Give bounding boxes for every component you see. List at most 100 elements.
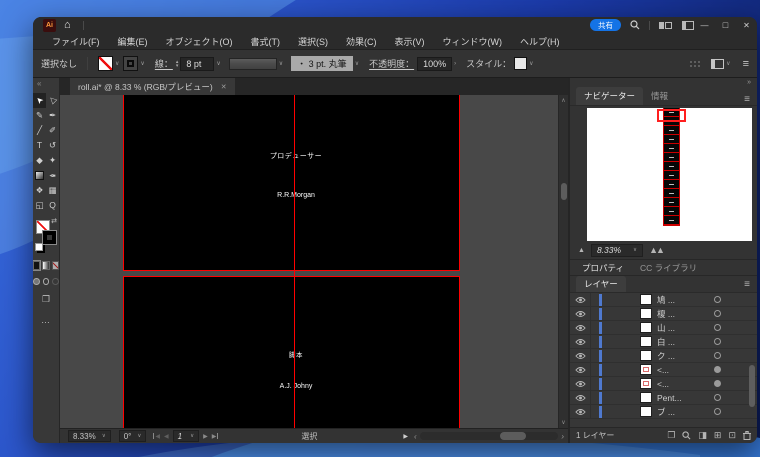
style-swatch[interactable]	[514, 57, 528, 70]
navigator-thumbnail-area[interactable]	[587, 108, 752, 241]
layer-row[interactable]: 榎 ...	[570, 306, 757, 321]
menu-item[interactable]: 選択(S)	[289, 35, 337, 48]
minimize-button[interactable]: —	[694, 17, 715, 33]
stroke-weight-stepper[interactable]: ▴ ▾	[176, 59, 179, 68]
target-circle-icon[interactable]	[714, 352, 721, 359]
layer-name[interactable]: 白 ...	[657, 336, 714, 348]
layer-row[interactable]: ク ...	[570, 348, 757, 363]
menu-item[interactable]: 書式(T)	[242, 35, 290, 48]
layer-thumbnail[interactable]	[640, 392, 652, 403]
layer-name[interactable]: ブ ...	[657, 406, 714, 418]
direct-selection-tool[interactable]: ▷	[46, 93, 59, 108]
zoom-tool[interactable]: Q	[46, 198, 59, 213]
artboard1-title-text[interactable]: プロデューサー	[270, 151, 322, 161]
illustrator-app-icon[interactable]: Ai	[43, 18, 56, 32]
visibility-eye-icon[interactable]	[570, 394, 590, 402]
layers-scroll-thumb[interactable]	[749, 365, 755, 407]
gradient-tool[interactable]	[33, 168, 46, 183]
visibility-eye-icon[interactable]	[570, 380, 590, 388]
clipping-mask-icon[interactable]: ◨	[698, 430, 707, 441]
artboard-2[interactable]: 脚本 A.J. Johny	[123, 276, 460, 428]
chevron-down-icon[interactable]: ∨	[137, 433, 141, 439]
layer-thumbnail[interactable]	[640, 336, 652, 347]
close-button[interactable]: ✕	[736, 17, 757, 33]
locate-object-icon[interactable]	[682, 431, 691, 440]
artboard1-name-text[interactable]: R.R.Morgan	[277, 192, 315, 199]
default-fill-stroke-icon[interactable]	[35, 243, 43, 251]
collect-for-export-icon[interactable]: ❐	[667, 430, 675, 441]
layer-thumbnail[interactable]	[640, 322, 652, 333]
step-down-icon[interactable]: ▾	[176, 63, 179, 68]
eyedropper-tool[interactable]: ✒	[46, 168, 59, 183]
rotation-field[interactable]: 0° ∨	[118, 430, 147, 442]
status-menu-icon[interactable]: ▶	[403, 433, 408, 440]
canvas[interactable]: プロデューサー R.R.Morgan 脚本 A.J. Johny	[60, 95, 558, 428]
chevron-down-icon[interactable]: ∨	[190, 433, 194, 439]
selection-tool[interactable]: ➤	[33, 93, 46, 108]
scroll-right-icon[interactable]: ›	[561, 432, 564, 441]
layer-row[interactable]: <...	[570, 376, 757, 391]
target-circle-icon[interactable]	[714, 366, 721, 373]
opacity-label[interactable]: 不透明度：	[369, 57, 414, 70]
layer-name[interactable]: Pent...	[657, 393, 714, 403]
visibility-eye-icon[interactable]	[570, 352, 590, 360]
target-circle-icon[interactable]	[714, 296, 721, 303]
layer-name[interactable]: 榎 ...	[657, 308, 714, 320]
visibility-eye-icon[interactable]	[570, 366, 590, 374]
layer-row[interactable]: 白 ...	[570, 334, 757, 349]
curvature-tool[interactable]: ✎	[33, 108, 46, 123]
new-sublayer-icon[interactable]: ⊞	[714, 430, 722, 441]
chevron-down-icon[interactable]: ∨	[633, 247, 637, 253]
stroke-label[interactable]: 線：	[155, 57, 173, 70]
artboard-number-field[interactable]: 1 ∨	[172, 430, 200, 442]
scroll-down-icon[interactable]: ∨	[559, 419, 568, 426]
arrange-documents-icon[interactable]	[659, 21, 673, 29]
layer-thumbnail[interactable]	[640, 378, 652, 389]
new-layer-icon[interactable]: ⊡	[728, 430, 736, 441]
stroke-color[interactable]	[42, 230, 57, 245]
color-button[interactable]	[33, 260, 42, 271]
expand-panels-icon[interactable]: »	[747, 79, 751, 86]
horizontal-scroll-thumb[interactable]	[500, 432, 527, 440]
layer-thumbnail[interactable]	[640, 406, 652, 417]
layer-thumbnail[interactable]	[640, 364, 652, 375]
chevron-down-icon[interactable]: ∨	[726, 60, 730, 67]
collapse-panel-icon[interactable]: «	[37, 79, 41, 88]
chevron-down-icon[interactable]: ∨	[279, 60, 283, 67]
menu-item[interactable]: ヘルプ(H)	[511, 35, 569, 48]
scroll-left-icon[interactable]: ‹	[414, 432, 417, 441]
target-circle-icon[interactable]	[714, 324, 721, 331]
line-segment-tool[interactable]: ╱	[33, 123, 46, 138]
opacity-value[interactable]: 100%	[417, 56, 453, 71]
delete-layer-icon[interactable]	[743, 431, 751, 440]
home-icon[interactable]: ⌂	[64, 20, 71, 31]
layer-row[interactable]: 山 ...	[570, 320, 757, 335]
visibility-eye-icon[interactable]	[570, 408, 590, 416]
layer-name[interactable]: <...	[657, 379, 714, 389]
type-tool[interactable]: T	[33, 138, 46, 153]
layers-scrollbar[interactable]	[749, 293, 755, 427]
tab-navigator[interactable]: ナビゲーター	[576, 87, 644, 105]
artboard-1[interactable]: プロデューサー R.R.Morgan	[123, 95, 460, 271]
panel-menu-icon[interactable]: ≡	[744, 94, 757, 105]
target-circle-icon[interactable]	[714, 310, 721, 317]
fill-swatch[interactable]	[98, 56, 114, 71]
width-profile-preview[interactable]	[228, 57, 277, 70]
chevron-down-icon[interactable]: ∨	[115, 60, 119, 67]
visibility-eye-icon[interactable]	[570, 310, 590, 318]
visibility-eye-icon[interactable]	[570, 338, 590, 346]
next-artboard-icon[interactable]: ▶	[203, 433, 208, 440]
artboard-tool[interactable]: ◱	[33, 198, 46, 213]
layer-thumbnail[interactable]	[640, 294, 652, 305]
target-circle-icon[interactable]	[714, 408, 721, 415]
brush-definition[interactable]: ・ 3 pt. 丸筆	[291, 56, 353, 71]
layer-row[interactable]: ブ ...	[570, 404, 757, 419]
vertical-scroll-thumb[interactable]	[561, 183, 567, 200]
menu-item[interactable]: オブジェクト(O)	[157, 35, 242, 48]
visibility-eye-icon[interactable]	[570, 324, 590, 332]
visibility-eye-icon[interactable]	[570, 296, 590, 304]
share-button[interactable]: 共有	[590, 19, 621, 31]
workspace-icon[interactable]	[711, 58, 725, 69]
gradient-button[interactable]	[42, 261, 50, 270]
eraser-tool[interactable]: ◆	[33, 153, 46, 168]
